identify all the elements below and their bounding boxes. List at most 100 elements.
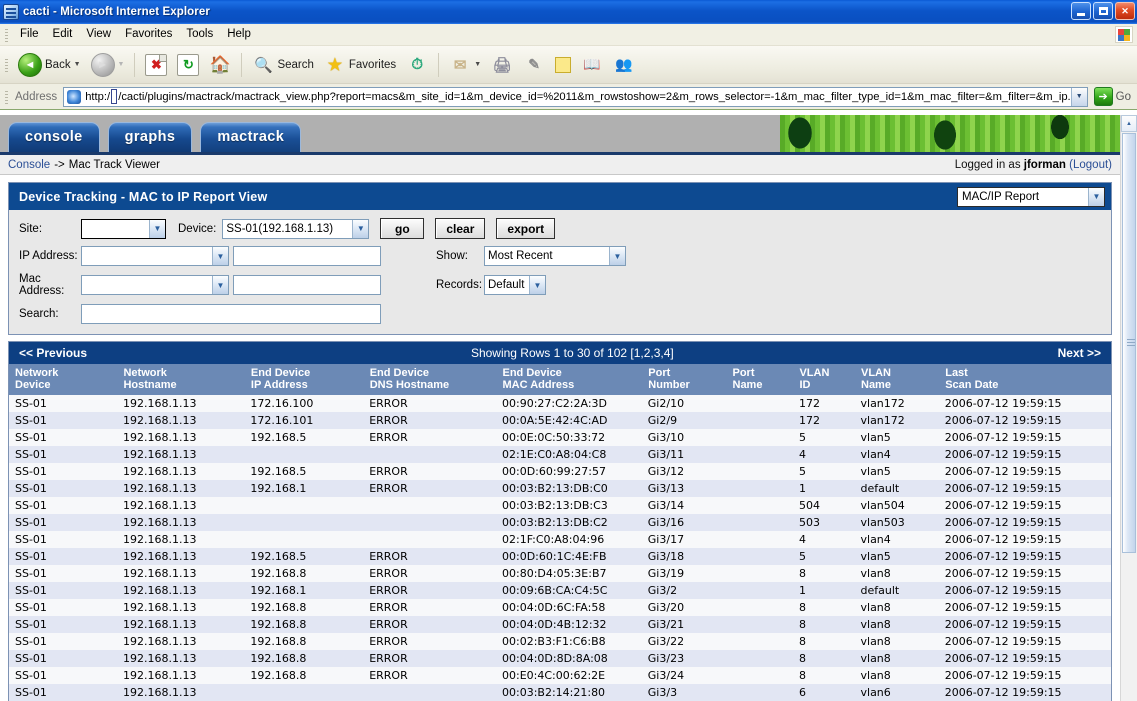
tab-console[interactable]: console xyxy=(8,122,100,152)
col-last-scan-date[interactable]: Last Scan Date xyxy=(938,364,1111,395)
messenger-button[interactable]: 👥 xyxy=(608,52,640,78)
page-vertical-scrollbar[interactable]: ▲ xyxy=(1120,115,1137,701)
refresh-button[interactable]: ↻ xyxy=(172,52,204,78)
table-row[interactable]: SS-01 192.168.1.13 192.168.8 ERROR 00:04:0D:… xyxy=(9,599,1111,616)
col-vlan-id[interactable]: VLAN ID xyxy=(792,364,855,395)
col-enddevice-dns[interactable]: End Device DNS Hostname xyxy=(363,364,497,395)
tab-graphs[interactable]: graphs xyxy=(107,122,193,152)
breadcrumb-separator: -> xyxy=(54,158,65,171)
go-filter-button[interactable]: go xyxy=(380,218,425,239)
go-button[interactable]: ➔ Go xyxy=(1088,87,1135,106)
scroll-up-button[interactable]: ▲ xyxy=(1121,115,1137,132)
mail-button[interactable]: ✉ ▼ xyxy=(444,52,486,78)
chevron-down-icon[interactable]: ▼ xyxy=(212,276,228,294)
close-button[interactable]: ✕ xyxy=(1115,2,1135,20)
minimize-button[interactable] xyxy=(1071,2,1091,20)
menu-file[interactable]: File xyxy=(13,25,46,44)
mac-address-select[interactable]: ▼ xyxy=(81,275,229,295)
table-row[interactable]: SS-01 192.168.1.13 172.16.100 ERROR 00:90:27… xyxy=(9,395,1111,412)
table-row[interactable]: SS-01 192.168.1.13 172.16.101 ERROR 00:0A:5E… xyxy=(9,412,1111,429)
menu-favorites[interactable]: Favorites xyxy=(118,25,179,44)
table-cell: 00:80:D4:05:3E:B7 xyxy=(502,567,607,580)
records-select[interactable]: Default ▼ xyxy=(484,275,546,295)
notes-button[interactable] xyxy=(550,55,576,75)
forward-button[interactable]: ▼ xyxy=(86,51,130,79)
ip-address-input[interactable] xyxy=(233,246,381,266)
mail-dropdown-icon[interactable]: ▼ xyxy=(474,61,481,68)
chevron-down-icon[interactable]: ▼ xyxy=(212,247,228,265)
table-cell: Gi3/19 xyxy=(647,567,685,580)
back-button[interactable]: Back ▼ xyxy=(13,51,86,79)
address-input[interactable]: http:/ /cacti/plugins/mactrack/mactrack_… xyxy=(63,86,1088,107)
table-row[interactable]: SS-01 192.168.1.13 00:03:B2:13:DB:C2 Gi3/16… xyxy=(9,514,1111,531)
menu-help[interactable]: Help xyxy=(220,25,258,44)
col-port-name[interactable]: Port Name xyxy=(726,364,794,395)
chevron-down-icon[interactable]: ▼ xyxy=(352,219,369,238)
col-network-device[interactable]: Network Device xyxy=(9,364,118,395)
site-select[interactable]: ▼ xyxy=(81,218,166,239)
address-bar: Address http:/ /cacti/plugins/mactrack/m… xyxy=(0,84,1137,110)
chevron-down-icon[interactable]: ▼ xyxy=(609,247,625,265)
col-network-hostname[interactable]: Network Hostname xyxy=(116,364,245,395)
table-cell xyxy=(726,395,793,412)
history-button[interactable]: ⏱ xyxy=(401,52,433,78)
menu-tools[interactable]: Tools xyxy=(179,25,220,44)
menu-view[interactable]: View xyxy=(79,25,118,44)
maximize-button[interactable] xyxy=(1093,2,1113,20)
table-row[interactable]: SS-01 192.168.1.13 192.168.5 ERROR 00:0E:0C:… xyxy=(9,429,1111,446)
col-enddevice-mac[interactable]: End Device MAC Address xyxy=(496,364,643,395)
table-row[interactable]: SS-01 192.168.1.13 192.168.8 ERROR 00:80:D4:… xyxy=(9,565,1111,582)
table-row[interactable]: SS-01 192.168.1.13 192.168.8 ERROR 00:04:0D:… xyxy=(9,650,1111,667)
search-input[interactable] xyxy=(81,304,381,324)
menu-grip-handle[interactable] xyxy=(3,27,11,43)
edit-button[interactable]: ✎ xyxy=(518,52,550,78)
table-cell: SS-01 xyxy=(15,567,47,580)
table-row[interactable]: SS-01 192.168.1.13 192.168.8 ERROR 00:04:0D:… xyxy=(9,616,1111,633)
table-row[interactable]: SS-01 192.168.1.13 192.168.5 ERROR 00:0D:60:… xyxy=(9,463,1111,480)
research-button[interactable]: 📖 xyxy=(576,52,608,78)
favorites-button[interactable]: ★ Favorites xyxy=(319,52,401,78)
next-page-link[interactable]: Next >> xyxy=(1058,346,1101,360)
toolbar-grip-handle[interactable] xyxy=(3,57,11,73)
previous-page-link[interactable]: << Previous xyxy=(19,346,87,360)
table-cell: ERROR xyxy=(369,567,408,580)
table-row[interactable]: SS-01 192.168.1.13 192.168.5 ERROR 00:0D:60:… xyxy=(9,548,1111,565)
table-row[interactable]: SS-01 192.168.1.13 02:1F:C0:A8:04:96 Gi3/17… xyxy=(9,531,1111,548)
back-dropdown-icon[interactable]: ▼ xyxy=(74,61,81,68)
ip-address-select[interactable]: ▼ xyxy=(81,246,229,266)
report-type-select[interactable]: MAC/IP Report ▼ xyxy=(957,186,1105,207)
logout-link[interactable]: (Logout) xyxy=(1069,159,1112,171)
print-button[interactable]: 🖨 xyxy=(486,52,518,78)
chevron-down-icon[interactable]: ▼ xyxy=(149,219,165,238)
clear-filter-button[interactable]: clear xyxy=(435,218,486,239)
home-button[interactable]: 🏠 xyxy=(204,52,236,78)
breadcrumb-console-link[interactable]: Console xyxy=(8,159,50,171)
table-cell xyxy=(726,548,793,565)
col-port-number[interactable]: Port Number xyxy=(641,364,727,395)
table-row[interactable]: SS-01 192.168.1.13 192.168.1 ERROR 00:09:6B:… xyxy=(9,582,1111,599)
table-row[interactable]: SS-01 192.168.1.13 02:1E:C0:A8:04:C8 Gi3/11… xyxy=(9,446,1111,463)
address-grip-handle[interactable] xyxy=(3,89,11,105)
chevron-down-icon[interactable]: ▼ xyxy=(529,276,545,294)
table-row[interactable]: SS-01 192.168.1.13 192.168.8 ERROR 00:02:B3:… xyxy=(9,633,1111,650)
table-row[interactable]: SS-01 192.168.1.13 00:03:B2:13:DB:C3 Gi3/14… xyxy=(9,497,1111,514)
col-enddevice-ip[interactable]: End Device IP Address xyxy=(244,364,364,395)
mac-address-input[interactable] xyxy=(233,275,381,295)
search-button[interactable]: 🔍 Search xyxy=(247,52,318,78)
table-row[interactable]: SS-01 192.168.1.13 192.168.8 ERROR 00:E0:4C:… xyxy=(9,667,1111,684)
export-button[interactable]: export xyxy=(496,218,556,239)
stop-button[interactable]: ✖ xyxy=(140,52,172,78)
table-row[interactable]: SS-01 192.168.1.13 192.168.1 ERROR 00:03:B2:… xyxy=(9,480,1111,497)
tab-mactrack[interactable]: mactrack xyxy=(200,122,302,152)
table-row[interactable]: SS-01 192.168.1.13 00:03:B2:14:21:80 Gi3/3 6… xyxy=(9,684,1111,701)
address-dropdown-icon[interactable]: ▼ xyxy=(1070,87,1087,106)
scrollbar-thumb[interactable] xyxy=(1122,133,1136,553)
show-select[interactable]: Most Recent ▼ xyxy=(484,246,626,266)
table-cell: ERROR xyxy=(369,550,408,563)
forward-dropdown-icon[interactable]: ▼ xyxy=(118,61,125,68)
col-vlan-name[interactable]: VLAN Name xyxy=(854,364,940,395)
chevron-down-icon[interactable]: ▼ xyxy=(1088,187,1104,206)
menu-edit[interactable]: Edit xyxy=(46,25,80,44)
device-select[interactable]: SS-01(192.168.1.13) ▼ xyxy=(222,218,370,239)
table-cell: 1 xyxy=(798,482,806,495)
